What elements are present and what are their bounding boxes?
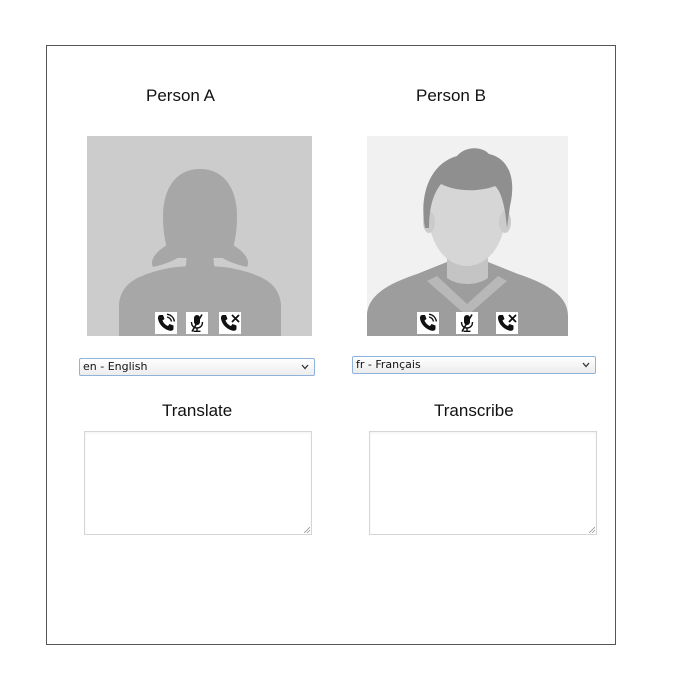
transcribe-textarea[interactable] — [369, 431, 597, 535]
person-a-language-value: en - English — [83, 360, 148, 373]
phone-hangup-icon — [497, 314, 517, 331]
phone-hangup-icon — [220, 314, 240, 331]
translate-label: Translate — [162, 401, 233, 420]
person-b-language-value: fr - Français — [356, 358, 421, 371]
call-panel — [46, 45, 616, 645]
hangup-button[interactable] — [219, 312, 241, 334]
person-b-avatar — [367, 136, 568, 336]
call-button[interactable] — [155, 312, 177, 334]
chevron-down-icon — [582, 362, 590, 368]
mic-muted-icon — [190, 314, 204, 332]
person-a-language-select[interactable]: en - English — [79, 358, 315, 376]
chevron-down-icon — [301, 364, 309, 370]
mic-muted-icon — [460, 314, 474, 332]
phone-call-icon — [419, 313, 438, 331]
transcribe-label: Transcribe — [434, 401, 514, 420]
phone-call-icon — [157, 313, 176, 331]
call-button[interactable] — [417, 312, 439, 334]
person-a-name: Person A — [146, 86, 215, 105]
translate-textarea[interactable] — [84, 431, 312, 535]
hangup-button[interactable] — [496, 312, 518, 334]
mute-button[interactable] — [186, 312, 208, 334]
resize-grip-icon[interactable] — [589, 527, 595, 533]
person-a-avatar — [87, 136, 312, 336]
person-b-name: Person B — [416, 86, 486, 105]
mute-button[interactable] — [456, 312, 478, 334]
person-b-language-select[interactable]: fr - Français — [352, 356, 596, 374]
resize-grip-icon[interactable] — [304, 527, 310, 533]
